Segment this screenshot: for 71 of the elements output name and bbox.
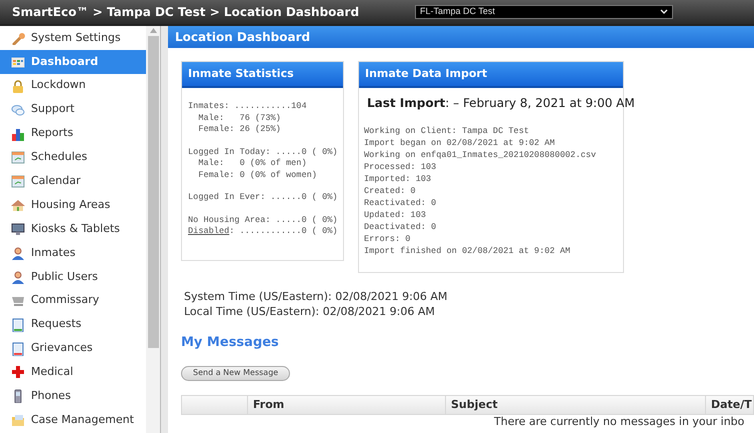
person-icon [11, 270, 25, 284]
sidebar-item[interactable]: Grievances [0, 336, 146, 360]
sidebar-item[interactable]: Housing Areas [0, 193, 146, 218]
statistic-line: Logged In Ever: ......0 ( 0%) [188, 192, 339, 204]
log-line: Import began on 02/08/2021 at 9:02 AM [364, 137, 556, 149]
lock-icon [11, 78, 25, 93]
cross-icon [11, 365, 25, 380]
sidebar-item[interactable]: Commissary [0, 288, 146, 313]
statistic-line: Female: 26 (25%) [197, 124, 282, 136]
page-header: Location Dashboard [168, 26, 754, 48]
location-select[interactable]: FL-Tampa DC Test [415, 5, 673, 19]
sidebar-item[interactable]: Calendar [0, 169, 146, 194]
statistic-line: Inmates: ...........104 [188, 101, 308, 112]
statistic-line: Male: 76 (73%) [197, 112, 282, 124]
log-line: Errors: 0 [364, 233, 412, 245]
sidebar-item[interactable]: Phones [0, 384, 146, 408]
time-text: Local Time (US/Eastern): 02/08/2021 9:06 AM [184, 304, 436, 319]
last-import-text: Last Import: – February 8, 2021 at 9:00 AM [367, 95, 635, 111]
sidebar-item[interactable]: Public Users [0, 264, 146, 289]
log-line: Working on Client: Tampa DC Test [364, 125, 530, 137]
chat-bubbles-icon [11, 102, 25, 117]
sidebar-item[interactable]: Requests [0, 312, 146, 337]
person-icon [11, 246, 25, 260]
sidebar-item[interactable]: Kiosks & Tablets [0, 217, 146, 242]
table-header-cell: Subject [446, 396, 706, 414]
monitor-icon [11, 222, 25, 236]
sidebar-item[interactable]: Inmates [0, 241, 146, 265]
scrollbar[interactable] [146, 26, 160, 433]
calendar-icon [11, 174, 25, 188]
statistic-line: Disabled: ............0 ( 0%) [188, 226, 339, 238]
sidebar-item[interactable]: Reports [0, 122, 146, 146]
send-message-button[interactable]: Send a New Message [181, 366, 290, 380]
calendar-icon [11, 150, 25, 164]
log-line: Reactivated: 0 [364, 197, 438, 209]
grid-icon [11, 54, 25, 69]
sidebar-item[interactable]: System Settings [0, 26, 146, 50]
sidebar-item[interactable]: Support [0, 98, 146, 122]
card-title: Inmate Data Import [359, 62, 623, 88]
card-title: Inmate Statistics [182, 62, 343, 88]
breadcrumb: SmartEco™ > Tampa DC Test > Location Dashboard [12, 4, 360, 21]
statistic-line: Female: 0 (0% of women) [197, 170, 318, 181]
statistic-line: No Housing Area: .....0 ( 0%) [188, 214, 339, 226]
time-text: System Time (US/Eastern): 02/08/2021 9:06 AM [184, 289, 448, 304]
statistic-line: Male: 0 (0% of men) [197, 158, 308, 170]
scrollbar-thumb[interactable] [148, 36, 158, 348]
statistic-line: Logged In Today: .....0 ( 0%) [188, 146, 339, 158]
bar-chart-icon [11, 126, 25, 140]
log-line: Updated: 103 [364, 209, 427, 221]
log-line: Working on enfqa01_Inmates_20210208080002.csv [364, 149, 598, 161]
house-icon [11, 198, 25, 212]
sidebar-item[interactable]: Lockdown [0, 74, 146, 98]
splitter[interactable] [160, 26, 168, 433]
wrench-icon [11, 30, 25, 45]
empty-message: There are currently no messages in your inbo [494, 415, 744, 428]
log-line: Import finished on 02/08/2021 at 9:02 AM [364, 245, 572, 257]
table-header-cell: From [248, 396, 446, 414]
document-icon [11, 342, 25, 356]
log-line: Processed: 103 [364, 161, 438, 173]
document-icon [11, 318, 25, 332]
sidebar-item[interactable]: Case Management [0, 408, 146, 432]
folder-icon [11, 413, 25, 428]
table-header-cell-text: Date/T [710, 396, 753, 413]
sidebar-item[interactable]: Schedules [0, 145, 146, 170]
log-line: Deactivated: 0 [364, 221, 438, 233]
chevron-down-icon [660, 9, 668, 15]
log-line: Imported: 103 [364, 173, 432, 185]
sidebar-item[interactable]: Medical [0, 360, 146, 384]
scroll-up-icon[interactable] [150, 28, 156, 33]
section-title: My Messages [181, 335, 279, 351]
sidebar-item[interactable]: Dashboard [0, 50, 146, 74]
log-line: Created: 0 [364, 185, 417, 197]
